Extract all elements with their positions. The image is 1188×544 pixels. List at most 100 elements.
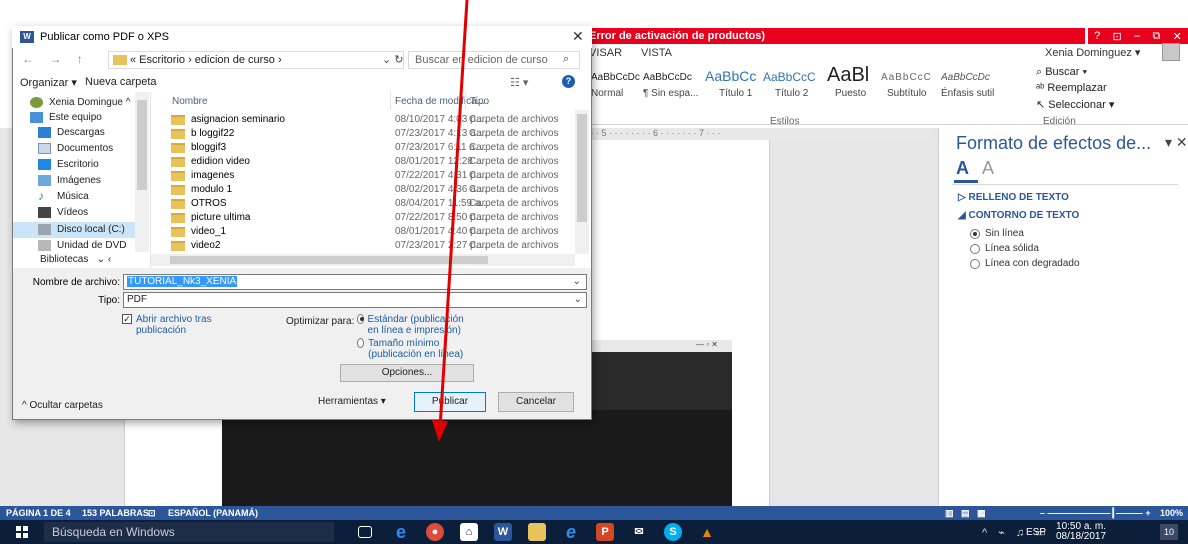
vlc-icon[interactable]: ▲: [698, 523, 716, 541]
options-button[interactable]: Opciones...: [340, 364, 474, 382]
pane-close-icon[interactable]: ▾ ✕: [1165, 134, 1188, 151]
list-scroll-thumb[interactable]: [577, 114, 587, 222]
view-icons[interactable]: ▥ ▤ ▦: [945, 508, 986, 519]
zoom-level[interactable]: 100%: [1160, 508, 1183, 518]
nav-libraries[interactable]: Bibliotecas ⌄ ‹: [20, 254, 111, 265]
publish-button[interactable]: Publicar: [414, 392, 486, 412]
style-normal[interactable]: AaBbCcDc Normal: [591, 66, 643, 98]
word-count[interactable]: 153 PALABRAS: [82, 508, 149, 518]
nav-user[interactable]: Xenia Domingue ^: [30, 97, 130, 108]
cancel-button[interactable]: Cancelar: [498, 392, 574, 412]
nav-local-disk[interactable]: Disco local (C:): [38, 224, 125, 235]
search-icon[interactable]: ⌕: [563, 53, 569, 66]
style-enfasis-sutil[interactable]: AaBbCcDc Énfasis sutil: [941, 66, 997, 98]
style-puesto[interactable]: AaBl Puesto: [827, 66, 877, 98]
ribbon-display-icon[interactable]: ⊡: [1113, 30, 1122, 43]
view-options-icon[interactable]: ☷ ▾: [510, 76, 528, 89]
zoom-slider[interactable]: – ———————┃——— +: [1040, 508, 1151, 519]
task-view-icon[interactable]: [358, 526, 372, 538]
tab-vista[interactable]: VISTA: [641, 47, 672, 59]
table-row[interactable]: modulo 1 08/02/2017 4:36 a.... Carpeta de …: [151, 183, 575, 197]
nav-pictures[interactable]: Imágenes: [38, 175, 101, 186]
nav-this-pc[interactable]: Este equipo: [30, 112, 102, 123]
search-input[interactable]: Buscar en edicion de curso: [408, 51, 580, 69]
breadcrumb[interactable]: « Escritorio › edicion de curso ›: [108, 51, 404, 69]
nav-scroll-thumb[interactable]: [137, 100, 147, 190]
type-select[interactable]: PDF ⌄: [123, 292, 587, 308]
internet-explorer-icon[interactable]: e: [562, 523, 580, 541]
organize-button[interactable]: Organizar ▾: [20, 76, 77, 89]
style-titulo-2[interactable]: AaBbCcC Título 2: [763, 66, 819, 98]
page-count[interactable]: PÁGINA 1 DE 4: [6, 508, 71, 518]
style-titulo-1[interactable]: AaBbCc Título 1: [705, 66, 761, 98]
word-icon[interactable]: W: [494, 523, 512, 541]
find-button[interactable]: ⌕ Buscar ▾: [1036, 66, 1087, 79]
style-sample: AaBbCc: [705, 68, 757, 84]
text-fill-icon[interactable]: A: [956, 158, 969, 179]
powerpoint-icon[interactable]: P: [596, 523, 614, 541]
nav-videos[interactable]: Vídeos: [38, 207, 88, 218]
ribbon-divider: [585, 124, 1188, 125]
chrome-icon[interactable]: ●: [426, 523, 444, 541]
close-icon[interactable]: ✕: [1173, 30, 1182, 43]
help-icon[interactable]: ?: [1094, 30, 1100, 42]
language-indicator[interactable]: ESPAÑOL (PANAMÁ): [168, 508, 258, 518]
table-row[interactable]: video_1 08/01/2017 4:40 p.... Carpeta de a…: [151, 225, 575, 239]
avatar[interactable]: [1162, 43, 1180, 61]
table-row[interactable]: bloggif3 07/23/2017 6:11 a.... Carpeta de …: [151, 141, 575, 155]
input-language[interactable]: ESP: [1026, 527, 1046, 538]
skype-icon[interactable]: S: [664, 523, 682, 541]
new-folder-button[interactable]: Nueva carpeta: [85, 76, 157, 88]
table-row[interactable]: video2 07/23/2017 2:27 p.... Carpeta de ar…: [151, 239, 575, 253]
tools-button[interactable]: Herramientas ▾: [318, 396, 386, 407]
table-row[interactable]: edidion video 08/01/2017 12:28 ... Carpeta…: [151, 155, 575, 169]
nav-desktop[interactable]: Escritorio: [38, 159, 99, 170]
notification-center-icon[interactable]: 10: [1160, 524, 1178, 540]
restore-icon[interactable]: ⧉: [1152, 30, 1160, 43]
radio-label: Tamaño mínimo (publicación en línea): [368, 338, 464, 360]
select-button[interactable]: ↖ Seleccionar ▾: [1036, 98, 1114, 111]
hide-folders-button[interactable]: ^ Ocultar carpetas: [22, 400, 103, 411]
section-text-fill[interactable]: ▷ RELLENO DE TEXTO: [958, 192, 1069, 203]
open-after-checkbox[interactable]: ✓ Abrir archivo tras publicación: [122, 314, 232, 336]
refresh-icon[interactable]: ⌄ ↻: [382, 53, 404, 66]
table-row[interactable]: OTROS 08/04/2017 11:59 a... Carpeta de arc…: [151, 197, 575, 211]
taskbar-search[interactable]: Búsqueda en Windows: [44, 522, 334, 542]
radio-solid-line[interactable]: Línea sólida: [970, 243, 1039, 254]
table-row[interactable]: picture ultima 07/22/2017 8:50 p.... Carpe…: [151, 211, 575, 225]
mail-icon[interactable]: ✉: [630, 523, 648, 541]
radio-gradient-line[interactable]: Línea con degradado: [970, 258, 1080, 269]
windows-start-icon[interactable]: [16, 526, 28, 538]
text-effects-icon[interactable]: A: [982, 158, 994, 179]
table-row[interactable]: asignacion seminario 08/10/2017 4:03 p...…: [151, 113, 575, 127]
nav-documents[interactable]: Documentos: [38, 143, 113, 154]
nav-arrows[interactable]: ← → ↑: [22, 52, 89, 66]
column-name[interactable]: Nombre: [172, 96, 208, 107]
account-name[interactable]: Xenia Dominguez ▾: [1045, 46, 1140, 59]
list-hscroll-thumb[interactable]: [170, 256, 488, 264]
filename-field[interactable]: TUTORIAL_Nk3_XENIA ⌄: [123, 274, 587, 290]
proofing-icon[interactable]: ⊡: [148, 508, 156, 519]
chevron-down-icon[interactable]: ⌄: [572, 275, 582, 289]
style-sin-espaciado[interactable]: AaBbCcDc ¶ Sin espa...: [643, 66, 703, 98]
store-icon[interactable]: ⌂: [460, 523, 478, 541]
column-type[interactable]: Tipo: [470, 96, 489, 107]
file-explorer-icon[interactable]: [528, 523, 546, 541]
section-text-outline[interactable]: ◢ CONTORNO DE TEXTO: [958, 210, 1079, 221]
clock[interactable]: 10:50 a. m. 08/18/2017: [1056, 522, 1106, 542]
nav-downloads[interactable]: Descargas: [38, 127, 105, 138]
help-icon[interactable]: ?: [562, 75, 575, 88]
radio-minimum-size[interactable]: Tamaño mínimo (publicación en línea): [357, 338, 477, 360]
style-subtitulo[interactable]: AaBbCcC Subtítulo: [881, 66, 935, 98]
tab-revisar[interactable]: VISAR: [589, 47, 622, 59]
replace-button[interactable]: ᵃᵇ Reemplazar: [1036, 82, 1107, 94]
dialog-close-icon[interactable]: ✕: [572, 28, 584, 45]
radio-no-line[interactable]: Sin línea: [970, 228, 1024, 239]
edge-icon[interactable]: e: [392, 523, 410, 541]
nav-music[interactable]: ♪ Música: [38, 190, 89, 202]
table-row[interactable]: imagenes 07/22/2017 4:31 p.... Carpeta de …: [151, 169, 575, 183]
table-row[interactable]: b loggif22 07/23/2017 4:13 a.... Carpeta d…: [151, 127, 575, 141]
nav-dvd[interactable]: Unidad de DVD: [38, 240, 126, 251]
radio-standard[interactable]: Estándar (publicación en línea e impresi…: [357, 314, 477, 336]
minimize-icon[interactable]: –: [1134, 30, 1140, 42]
